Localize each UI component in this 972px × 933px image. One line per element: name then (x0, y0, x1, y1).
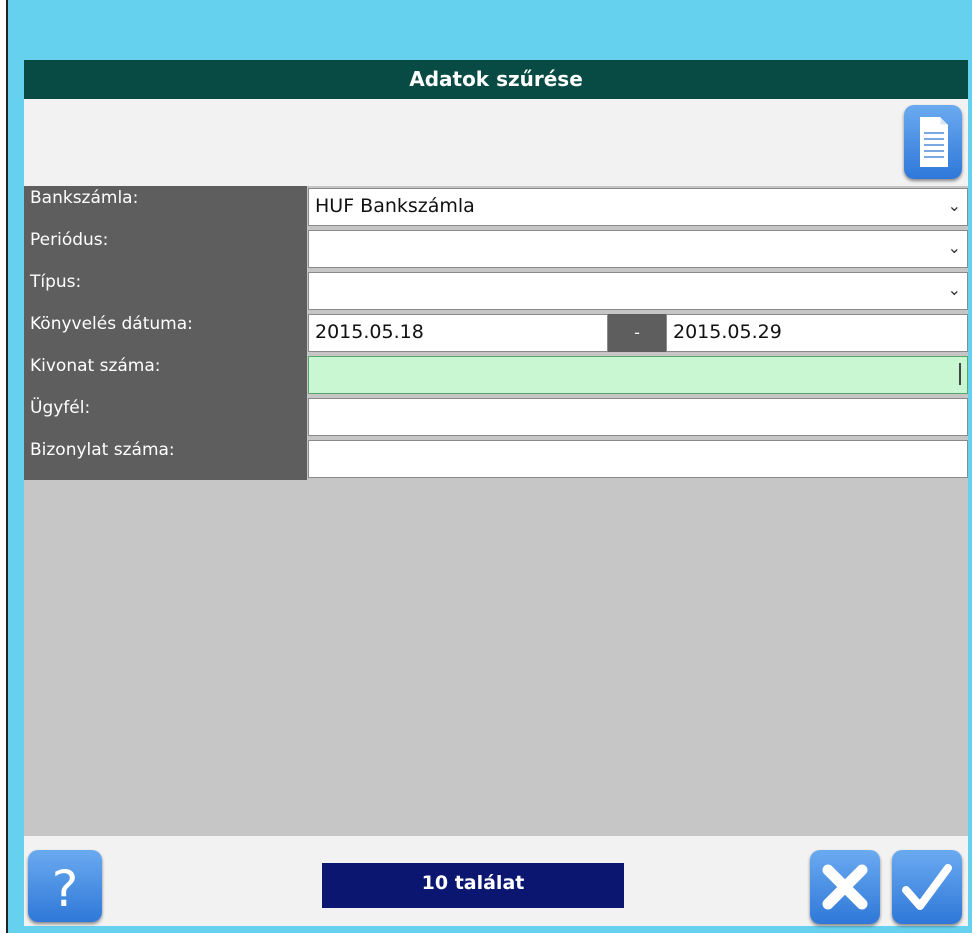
row-bankszamla: Bankszámla: HUF Bankszámla ⌄ (24, 186, 968, 228)
date-from-value: 2015.05.18 (315, 321, 424, 343)
periodus-select[interactable]: ⌄ (308, 230, 968, 268)
kivonat-szama-input[interactable] (308, 356, 968, 394)
close-icon (810, 850, 880, 924)
ok-button[interactable] (892, 850, 962, 924)
kivonat-szama-label: Kivonat száma: (24, 354, 307, 396)
dialog-toolbar (24, 99, 968, 186)
konyveles-datuma-label: Könyvelés dátuma: (24, 312, 307, 354)
date-range-separator: - (608, 314, 666, 352)
chevron-down-icon: ⌄ (947, 196, 961, 215)
bizonylat-szama-label: Bizonylat száma: (24, 438, 307, 480)
bankszamla-value: HUF Bankszámla (315, 195, 475, 217)
tipus-select[interactable]: ⌄ (308, 272, 968, 310)
dialog-footer: ? 10 találat (24, 836, 968, 926)
ugyfel-input[interactable] (308, 398, 968, 436)
date-from-input[interactable]: 2015.05.18 (308, 314, 608, 352)
row-ugyfel: Ügyfél: (24, 396, 968, 438)
cancel-button[interactable] (810, 850, 880, 924)
help-button[interactable]: ? (28, 850, 102, 922)
chevron-down-icon: ⌄ (947, 280, 961, 299)
filter-form: Bankszámla: HUF Bankszámla ⌄ Periódus: ⌄… (24, 186, 968, 480)
row-bizonylat-szama: Bizonylat száma: (24, 438, 968, 480)
bankszamla-label: Bankszámla: (24, 186, 307, 228)
checkmark-icon (892, 850, 962, 924)
row-tipus: Típus: ⌄ (24, 270, 968, 312)
bankszamla-select[interactable]: HUF Bankszámla ⌄ (308, 188, 968, 226)
svg-text:?: ? (52, 860, 79, 918)
periodus-label: Periódus: (24, 228, 307, 270)
window-edge (6, 0, 8, 933)
row-kivonat-szama: Kivonat száma: (24, 354, 968, 396)
filter-dialog: Adatok szűrése Bankszámla: HUF Bankszáml… (24, 60, 968, 926)
ugyfel-label: Ügyfél: (24, 396, 307, 438)
document-button[interactable] (904, 105, 962, 179)
tipus-label: Típus: (24, 270, 307, 312)
dialog-title: Adatok szűrése (24, 60, 968, 99)
result-count: 10 találat (322, 863, 624, 908)
help-icon: ? (28, 850, 102, 922)
bizonylat-szama-input[interactable] (308, 440, 968, 478)
chevron-down-icon: ⌄ (947, 238, 961, 257)
date-to-input[interactable]: 2015.05.29 (666, 314, 968, 352)
row-periodus: Periódus: ⌄ (24, 228, 968, 270)
text-cursor (959, 363, 961, 385)
row-konyveles-datuma: Könyvelés dátuma: 2015.05.18 - 2015.05.2… (24, 312, 968, 354)
date-to-value: 2015.05.29 (673, 321, 782, 343)
document-icon (904, 105, 962, 179)
